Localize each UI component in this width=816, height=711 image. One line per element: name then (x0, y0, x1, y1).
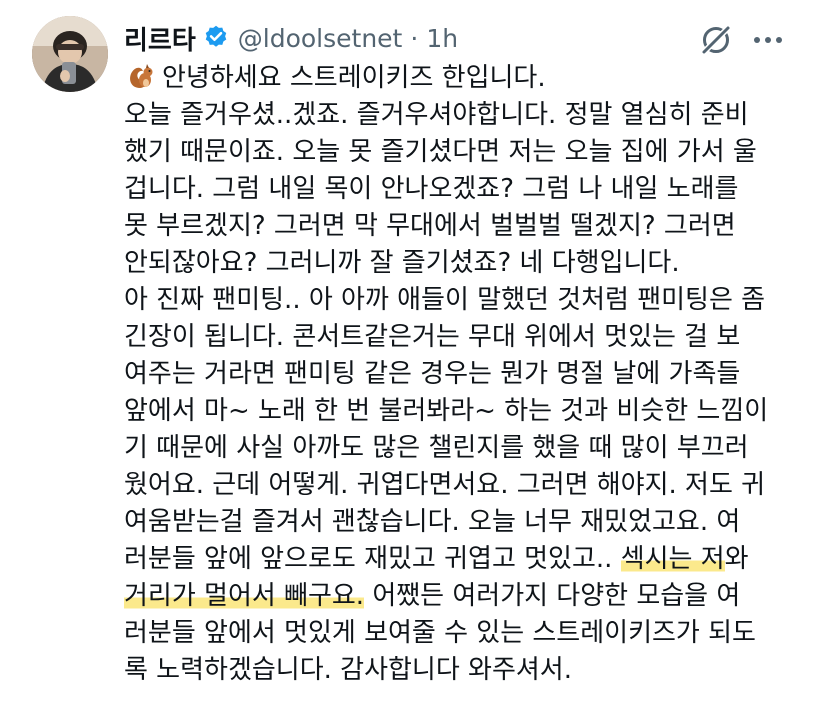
display-name[interactable]: 리르타 (124, 20, 196, 57)
tweet-line: 아 진짜 팬미팅.. 아 아까 애들이 말했던 것처럼 팬미팅은 좀 (124, 282, 794, 319)
tweet-line: 못 부르겠지? 그러면 막 무대에서 벌벌벌 떨겠지? 그러면 (124, 208, 794, 245)
tweet-line: 안되잖아요? 그러니까 잘 즐기셨죠? 네 다행입니다. (124, 245, 794, 282)
tweet-text-segment: 러분들 앞에 앞으로도 재밌고 귀엽고 멋있고.. (124, 544, 621, 574)
tweet-text-segment: 안되잖아요? 그러니까 잘 즐기셨죠? 네 다행입니다. (124, 248, 680, 278)
tweet-line: 록 노력하겠습니다. 감사합니다 와주셔서. (124, 652, 794, 689)
tweet-text-segment: 여움받는걸 즐겨서 괜찮습니다. 오늘 너무 재밌었고요. 여 (124, 507, 741, 537)
tweet-line: 거리가 멀어서 빼구요. 어쨌든 여러가지 다양한 모습을 여 (124, 578, 794, 615)
tweet-line: 러분들 앞에 앞으로도 재밌고 귀엽고 멋있고.. 섹시는 저와 (124, 541, 794, 578)
tweet: 리르타 @ldoolsetnet · 1h 안녕하세요 스트레이키즈 한입니다.… (0, 0, 816, 711)
tweet-text-segment: 기 때문에 사실 아까도 많은 챌린지를 했을 때 많이 부끄러 (124, 433, 749, 463)
highlighted-text: 거리가 멀어서 빼구요. (124, 581, 365, 611)
tweet-text-segment: 긴장이 됩니다. 콘서트같은거는 무대 위에서 멋있는 걸 보 (124, 322, 741, 352)
handle[interactable]: @ldoolsetnet (238, 24, 403, 53)
tweet-text-segment: 겁니다. 그럼 내일 목이 안나오겠죠? 그럼 나 내일 노래를 (124, 174, 739, 204)
avatar-photo (32, 16, 108, 92)
tweet-text-segment: 앞에서 마~ 노래 한 번 불러봐라~ 하는 것과 비슷한 느낌이 (124, 396, 769, 426)
tweet-line: 오늘 즐거우셨..겠죠. 즐거우셔야합니다. 정말 열심히 준비 (124, 97, 794, 134)
squirrel-emoji-icon (124, 62, 154, 90)
tweet-line: 웠어요. 근데 어떻게. 귀엽다면서요. 그러면 해야지. 저도 귀 (124, 467, 794, 504)
avatar[interactable] (32, 16, 108, 92)
tweet-line: 겁니다. 그럼 내일 목이 안나오겠죠? 그럼 나 내일 노래를 (124, 171, 794, 208)
tweet-text-segment: 와 (724, 544, 749, 574)
tweet-line: 여움받는걸 즐겨서 괜찮습니다. 오늘 너무 재밌었고요. 여 (124, 504, 794, 541)
tweet-line: 긴장이 됩니다. 콘서트같은거는 무대 위에서 멋있는 걸 보 (124, 319, 794, 356)
tweet-line: 러분들 앞에서 멋있게 보여줄 수 있는 스트레이키즈가 되도 (124, 615, 794, 652)
tweet-header: 리르타 @ldoolsetnet · 1h (124, 18, 458, 58)
tweet-text: 안녕하세요 스트레이키즈 한입니다. 오늘 즐거우셨..겠죠. 즐거우셔야합니다.… (124, 60, 794, 689)
timestamp[interactable]: 1h (426, 24, 458, 53)
tweet-text-segment: 못 부르겠지? 그러면 막 무대에서 벌벌벌 떨겠지? 그러면 (124, 211, 736, 241)
tweet-line: 여주는 거라면 팬미팅 같은 경우는 뭔가 명절 날에 가족들 (124, 356, 794, 393)
tweet-text-segment: 웠어요. 근데 어떻게. 귀엽다면서요. 그러면 해야지. 저도 귀 (124, 470, 766, 500)
tweet-line: 기 때문에 사실 아까도 많은 챌린지를 했을 때 많이 부끄러 (124, 430, 794, 467)
tweet-text-segment: 아 진짜 팬미팅.. 아 아까 애들이 말했던 것처럼 팬미팅은 좀 (124, 285, 766, 315)
tweet-text-segment: 록 노력하겠습니다. 감사합니다 와주셔서. (124, 655, 572, 685)
more-dot (776, 37, 782, 43)
tweet-line: 앞에서 마~ 노래 한 번 불러봐라~ 하는 것과 비슷한 느낌이 (124, 393, 794, 430)
tweet-text-segment: 러분들 앞에서 멋있게 보여줄 수 있는 스트레이키즈가 되도 (124, 618, 756, 648)
tweet-text-segment: 어쨌든 여러가지 다양한 모습을 여 (364, 581, 741, 611)
verified-badge-icon (202, 24, 230, 52)
tweet-line: 안녕하세요 스트레이키즈 한입니다. (124, 60, 794, 97)
more-dot (754, 37, 760, 43)
highlighted-text: 섹시는 저 (620, 544, 725, 574)
tweet-text-segment: 했기 때문이죠. 오늘 못 즐기셨다면 저는 오늘 집에 가서 울 (124, 137, 757, 167)
tweet-text-segment: 여주는 거라면 팬미팅 같은 경우는 뭔가 명절 날에 가족들 (124, 359, 741, 389)
grok-icon[interactable] (698, 22, 734, 58)
tweet-line: 했기 때문이죠. 오늘 못 즐기셨다면 저는 오늘 집에 가서 울 (124, 134, 794, 171)
more-options-icon[interactable] (750, 22, 786, 58)
tweet-text-segment: 오늘 즐거우셨..겠죠. 즐거우셔야합니다. 정말 열심히 준비 (124, 100, 749, 130)
tweet-text-segment: 안녕하세요 스트레이키즈 한입니다. (162, 63, 546, 93)
separator-dot: · (410, 23, 419, 53)
more-dot (765, 37, 771, 43)
